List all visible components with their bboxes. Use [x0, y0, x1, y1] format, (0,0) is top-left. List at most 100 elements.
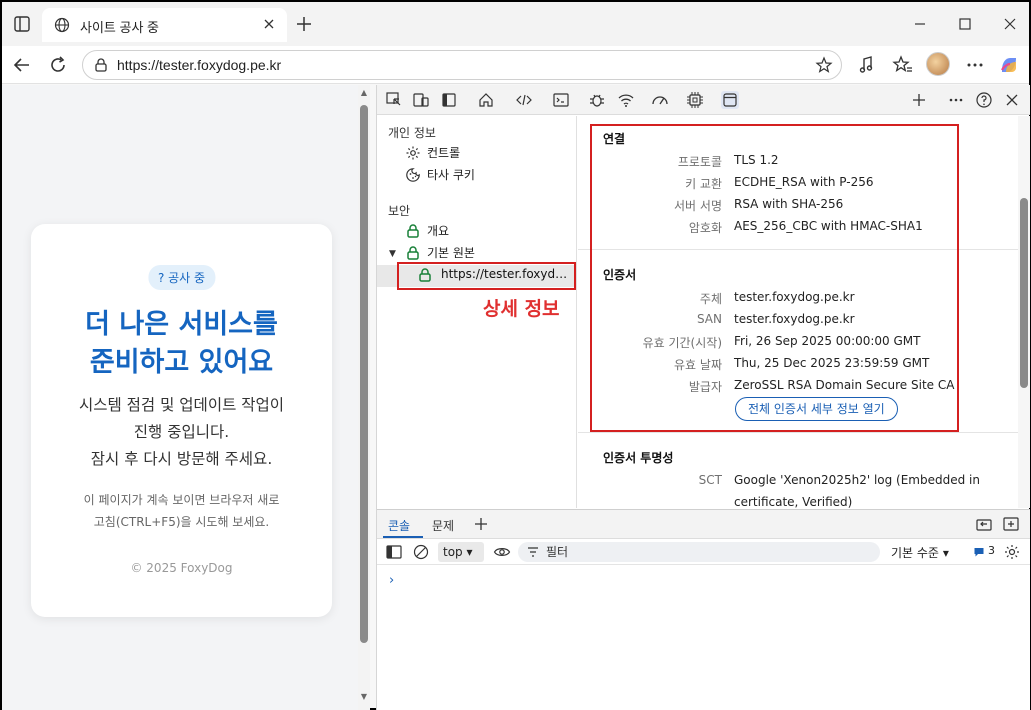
- maximize-icon[interactable]: [955, 14, 975, 34]
- tree-item-cookies-label: 타사 쿠키: [427, 168, 475, 182]
- elements-icon[interactable]: [515, 91, 533, 109]
- minimize-icon[interactable]: [910, 14, 930, 34]
- close-drawer-icon[interactable]: [1002, 515, 1020, 533]
- issues-message-icon[interactable]: [973, 546, 985, 558]
- network-wifi-icon[interactable]: [617, 91, 635, 109]
- console-toolbar: top ▾ 필터 기본 수준 ▾ 3: [377, 539, 1030, 565]
- page-scrollbar[interactable]: ▲ ▼: [358, 85, 370, 710]
- devtools-panel: 개인 정보 컨트롤 타사 쿠키 보안 개요 ▼ 기본 원본 https://te…: [376, 85, 1030, 710]
- application-panel-icon[interactable]: [721, 91, 739, 109]
- description-line-2: 진행 중입니다.: [133, 423, 230, 441]
- devtools-more-icon[interactable]: [947, 91, 965, 109]
- inspect-element-icon[interactable]: [385, 91, 403, 109]
- favorites-icon[interactable]: [892, 54, 914, 76]
- tree-header-security: 보안: [388, 204, 411, 218]
- hint-line-1: 이 페이지가 계속 보이면 브라우저 새로: [83, 493, 280, 507]
- detail-scrollbar-thumb[interactable]: [1020, 198, 1028, 388]
- lock-green-icon: [407, 223, 419, 238]
- console-sidebar-icon[interactable]: [385, 543, 403, 561]
- headline-line-2: 준비하고 있어요: [89, 347, 274, 378]
- undock-drawer-icon[interactable]: [975, 515, 993, 533]
- tab-actions-icon[interactable]: [12, 14, 32, 34]
- annotation-box-origin: [397, 262, 576, 290]
- detail-scrollbar[interactable]: [1018, 116, 1030, 508]
- console-settings-gear-icon[interactable]: [1003, 543, 1021, 561]
- tab-title: 사이트 공사 중: [80, 20, 159, 35]
- cookie-icon: [406, 167, 420, 182]
- console-icon[interactable]: [552, 91, 570, 109]
- transparency-key: SCT: [698, 473, 722, 487]
- refresh-icon[interactable]: [47, 54, 69, 76]
- log-levels-label: 기본 수준: [891, 546, 939, 560]
- expand-triangle-icon[interactable]: ▼: [389, 249, 396, 259]
- transparency-value-line-1: Google 'Xenon2025h2' log (Embedded in: [734, 473, 980, 487]
- gear-icon: [406, 146, 420, 159]
- filter-placeholder: 필터: [546, 545, 569, 559]
- tree-item-third-party-cookies[interactable]: 타사 쿠키: [405, 166, 475, 186]
- back-icon[interactable]: [11, 54, 33, 76]
- log-levels-dropdown[interactable]: 기본 수준 ▾: [891, 544, 949, 561]
- tree-item-controls[interactable]: 컨트롤: [405, 144, 460, 164]
- tree-item-controls-label: 컨트롤: [427, 146, 461, 160]
- description-line-3: 잠시 후 다시 방문해 주세요.: [90, 450, 273, 468]
- hint-line-2: 고침(CTRL+F5)을 시도해 보세요.: [93, 515, 270, 529]
- profile-avatar[interactable]: [926, 52, 950, 76]
- transparency-section-title: 인증서 투명성: [603, 451, 674, 465]
- help-icon[interactable]: [975, 91, 993, 109]
- welcome-home-icon[interactable]: [477, 91, 495, 109]
- close-window-icon[interactable]: [1000, 14, 1020, 34]
- live-expression-eye-icon[interactable]: [493, 543, 511, 561]
- context-value: top: [443, 545, 463, 559]
- address-bar[interactable]: https://tester.foxydog.pe.kr: [82, 50, 842, 80]
- device-emulation-icon[interactable]: [412, 91, 430, 109]
- more-icon[interactable]: [964, 54, 986, 76]
- refresh-hint: 이 페이지가 계속 보이면 브라우저 새로 고침(CTRL+F5)을 시도해 보…: [51, 489, 312, 533]
- chevron-down-icon: ▾: [942, 546, 949, 560]
- sources-bug-icon[interactable]: [588, 91, 606, 109]
- add-tool-icon[interactable]: [910, 91, 928, 109]
- security-detail-pane: 연결 프로토콜 TLS 1.2 키 교환 ECDHE_RSA with P-25…: [578, 116, 1018, 508]
- url-text: https://tester.foxydog.pe.kr: [117, 57, 282, 73]
- page-description: 시스템 점검 및 업데이트 작업이 진행 중입니다. 잠시 후 다시 방문해 주…: [31, 392, 332, 473]
- memory-chip-icon[interactable]: [686, 91, 704, 109]
- section-divider: [578, 432, 1018, 433]
- copilot-icon[interactable]: [998, 54, 1020, 76]
- read-aloud-icon[interactable]: [856, 54, 878, 76]
- copyright: © 2025 FoxyDog: [130, 561, 233, 575]
- tab-console[interactable]: 콘솔: [388, 517, 410, 534]
- dock-side-icon[interactable]: [440, 91, 458, 109]
- tree-item-overview[interactable]: 개요: [405, 222, 449, 242]
- page-viewport: ? 공사 중 더 나은 서비스를 준비하고 있어요 시스템 점검 및 업데이트 …: [2, 85, 358, 710]
- tab-issues[interactable]: 문제: [432, 517, 454, 534]
- scroll-down-icon[interactable]: ▼: [360, 693, 368, 701]
- favorite-star-icon[interactable]: [815, 56, 833, 74]
- annotation-label: 상세 정보: [483, 298, 560, 320]
- lock-green-icon: [407, 245, 419, 260]
- page-scrollbar-thumb[interactable]: [360, 105, 368, 643]
- new-tab-icon[interactable]: [294, 14, 314, 34]
- performance-icon[interactable]: [651, 91, 669, 109]
- tab-strip: 사이트 공사 중: [2, 2, 1029, 46]
- tree-item-main-origin[interactable]: 기본 원본: [405, 244, 475, 264]
- description-line-1: 시스템 점검 및 업데이트 작업이: [78, 396, 285, 414]
- browser-tab[interactable]: 사이트 공사 중: [42, 8, 287, 42]
- scroll-up-icon[interactable]: ▲: [360, 89, 368, 97]
- lock-icon[interactable]: [93, 57, 109, 73]
- console-drawer: 콘솔 문제 top ▾ 필터 기본 수준 ▾ 3 ›: [377, 509, 1030, 710]
- console-prompt-chevron-icon[interactable]: ›: [389, 573, 394, 588]
- browser-window: 사이트 공사 중 https://tester.foxydog.pe.kr ? …: [0, 0, 1031, 710]
- issues-count: 3: [988, 544, 995, 557]
- add-drawer-tab-icon[interactable]: [472, 515, 490, 533]
- active-tab-indicator: [383, 536, 423, 538]
- devtools-close-icon[interactable]: [1003, 91, 1021, 109]
- close-icon[interactable]: [261, 16, 277, 32]
- devtools-toolbar: [377, 85, 1030, 115]
- headline-line-1: 더 나은 서비스를: [85, 309, 278, 340]
- security-privacy-tree: 개인 정보 컨트롤 타사 쿠키 보안 개요 ▼ 기본 원본 https://te…: [377, 116, 577, 508]
- clear-console-icon[interactable]: [412, 543, 430, 561]
- console-filter-input[interactable]: 필터: [518, 542, 880, 562]
- page-headline: 더 나은 서비스를 준비하고 있어요: [31, 306, 332, 382]
- context-selector[interactable]: top ▾: [438, 542, 484, 562]
- maintenance-card: ? 공사 중 더 나은 서비스를 준비하고 있어요 시스템 점검 및 업데이트 …: [31, 224, 332, 617]
- browser-toolbar: https://tester.foxydog.pe.kr: [2, 46, 1029, 84]
